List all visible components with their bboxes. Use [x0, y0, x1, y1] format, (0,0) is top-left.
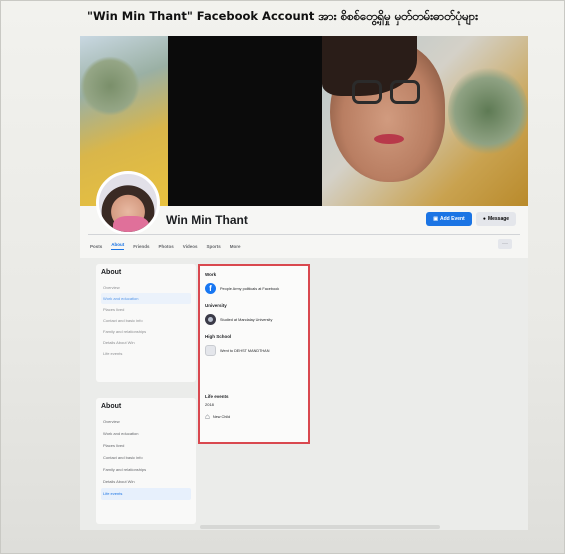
- university-section: University Studied at Mandalay Universit…: [205, 303, 303, 325]
- tab-posts[interactable]: Posts: [90, 244, 102, 249]
- sidebar-item-places-lived[interactable]: Places lived: [101, 304, 191, 315]
- high-school-section: High School Went to DEHST MANDTHAN: [205, 334, 303, 356]
- sidebar-item-overview[interactable]: Overview: [101, 416, 191, 428]
- about-sidebar-second: About Overview Work and education Places…: [96, 398, 196, 524]
- message-label: Message: [487, 216, 510, 222]
- tab-photos[interactable]: Photos: [159, 244, 174, 249]
- sidebar-item-contact-info[interactable]: Contact and basic info: [101, 452, 191, 464]
- life-events-section: Life events 2018 ⌂ New Child: [205, 394, 303, 421]
- tab-more[interactable]: More: [230, 244, 241, 249]
- sidebar-item-family[interactable]: Family and relationships: [101, 464, 191, 476]
- blurred-footer-text: [200, 525, 440, 529]
- add-event-button[interactable]: ▣ Add Event: [426, 212, 472, 226]
- about-details-card: Work f People Army politicals at Faceboo…: [198, 264, 310, 444]
- work-section: Work f People Army politicals at Faceboo…: [205, 272, 303, 294]
- calendar-icon: ▣: [433, 216, 438, 222]
- photo-caption: "Win Min Thant" Facebook Account အား စိစ…: [86, 9, 479, 23]
- university-title: University: [205, 303, 227, 308]
- about-sidebar: About Overview Work and education Places…: [96, 264, 196, 382]
- sidebar-item-work-education[interactable]: Work and education: [101, 293, 191, 304]
- more-options-button[interactable]: ···: [498, 239, 512, 249]
- school-icon: [205, 345, 216, 356]
- tab-friends[interactable]: Friends: [133, 244, 149, 249]
- sidebar-item-overview[interactable]: Overview: [101, 282, 191, 293]
- facebook-profile-page: Win Min Thant ▣ Add Event ● Message Post…: [80, 36, 528, 530]
- redaction-block: [168, 36, 322, 206]
- message-button[interactable]: ● Message: [476, 212, 516, 226]
- life-event-year: 2018: [205, 402, 214, 407]
- tab-sports[interactable]: Sports: [206, 244, 220, 249]
- cover-portrait: [322, 36, 528, 206]
- messenger-icon: ●: [482, 216, 486, 222]
- sidebar-item-places-lived[interactable]: Places lived: [101, 440, 191, 452]
- university-entry-text: Studied at Mandalay University: [220, 317, 273, 322]
- work-entry-text: People Army politicals at Facebook: [220, 286, 280, 291]
- university-icon: [205, 314, 216, 325]
- life-event-entry[interactable]: ⌂ New Child: [205, 413, 303, 421]
- work-title: Work: [205, 272, 217, 277]
- university-entry[interactable]: Studied at Mandalay University: [205, 314, 303, 325]
- sidebar-item-contact-info[interactable]: Contact and basic info: [101, 315, 191, 326]
- tab-about[interactable]: About: [111, 242, 125, 250]
- high-school-title: High School: [205, 334, 232, 339]
- life-events-title: Life events: [205, 394, 229, 399]
- tab-videos[interactable]: Videos: [183, 244, 198, 249]
- profile-tabs: Posts About Friends Photos Videos Sports…: [90, 241, 241, 251]
- life-event-text: New Child: [212, 415, 231, 419]
- work-entry[interactable]: f People Army politicals at Facebook: [205, 283, 303, 294]
- high-school-entry-text: Went to DEHST MANDTHAN: [220, 348, 270, 353]
- about-heading: About: [101, 269, 122, 276]
- sidebar-item-life-events[interactable]: Life events: [101, 348, 191, 359]
- add-event-label: Add Event: [440, 216, 465, 222]
- sidebar-item-life-events[interactable]: Life events: [101, 488, 191, 500]
- sidebar-item-work-education[interactable]: Work and education: [101, 428, 191, 440]
- sidebar-item-details[interactable]: Details About Win: [101, 476, 191, 488]
- city-icon: ⌂: [205, 412, 210, 421]
- sidebar-item-family[interactable]: Family and relationships: [101, 326, 191, 337]
- profile-name: Win Min Thant: [166, 213, 248, 227]
- sidebar-item-details[interactable]: Details About Win: [101, 337, 191, 348]
- facebook-icon: f: [205, 283, 216, 294]
- divider: [88, 234, 520, 235]
- about-heading: About: [101, 403, 122, 410]
- high-school-entry[interactable]: Went to DEHST MANDTHAN: [205, 345, 303, 356]
- avatar[interactable]: [96, 171, 160, 235]
